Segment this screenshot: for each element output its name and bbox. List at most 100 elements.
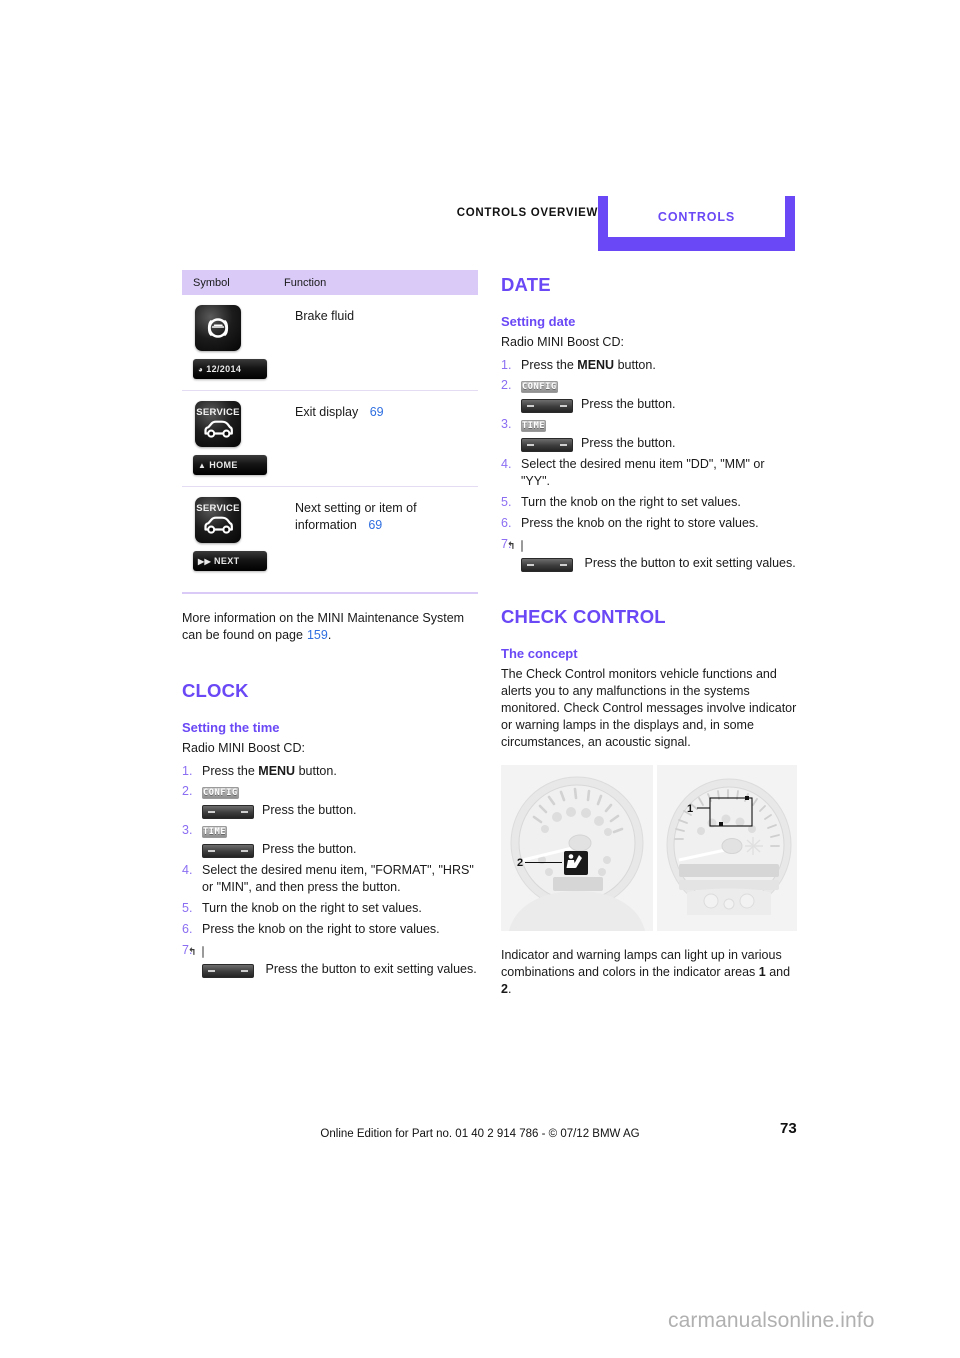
radio-button-graphic	[202, 942, 478, 959]
radio-button-press-line: Press the button.	[202, 802, 478, 819]
function-text: Exit display	[295, 405, 359, 419]
header-section-tab-inner: CONTROLS	[608, 196, 785, 237]
home-button-text: HOME	[209, 460, 238, 470]
header-section-tab-label: CONTROLS	[657, 209, 736, 224]
radio-soft-key[interactable]	[202, 963, 254, 978]
step-text-post: button.	[295, 764, 337, 778]
brake-fluid-icon-block: ◕ 12/2014	[193, 305, 295, 379]
radio-soft-key[interactable]	[521, 557, 573, 572]
double-right-icon: ▶▶	[198, 556, 212, 566]
subsection-title-setting-the-time: Setting the time	[182, 720, 280, 735]
section-title-clock: CLOCK	[182, 680, 249, 701]
step-text-pre: Press the	[202, 764, 259, 778]
date-steps: 1. Press the MENU button. 2. CONFIG Pres…	[501, 357, 797, 572]
radio-button-graphic: CONFIG	[521, 377, 797, 394]
radio-button-graphic: TIME	[521, 416, 797, 433]
radio-button-graphic	[521, 536, 797, 553]
step-text: Select the desired menu item "DD", "MM" …	[521, 457, 765, 488]
radio-button-graphic: TIME	[202, 822, 478, 839]
clock-intro: Radio MINI Boost CD:	[182, 741, 305, 755]
page-reference[interactable]: 69	[370, 405, 384, 419]
step-instruction: Press the button.	[581, 436, 676, 450]
tachometer-pane: 1	[657, 765, 797, 932]
step-number: 2.	[501, 378, 512, 392]
step-text: CONFIG Press the button.	[202, 783, 478, 819]
next-button-bar: ▶▶ NEXT	[193, 551, 267, 571]
list-item: 1. Press the MENU button.	[501, 357, 797, 374]
table-bottom-rule	[182, 592, 478, 594]
step-number: 4.	[501, 457, 512, 471]
list-item: 7. Press the button to exit setting valu…	[501, 536, 797, 572]
radio-button-press-line: Press the button.	[521, 396, 797, 413]
service-date-text: 12/2014	[206, 364, 242, 374]
step-text: Press the knob on the right to store val…	[202, 922, 440, 936]
next-button-text: NEXT	[214, 556, 240, 566]
list-item: 5. Turn the knob on the right to set val…	[501, 494, 797, 511]
step-text: Select the desired menu item, "FORMAT", …	[202, 863, 474, 894]
step-text: Turn the knob on the right to set values…	[521, 495, 741, 509]
page-reference[interactable]: 69	[368, 518, 382, 532]
step-text: Press the MENU button.	[202, 763, 478, 780]
table-row: ◕ 12/2014 Brake fluid	[182, 295, 478, 391]
step-number: 6.	[182, 922, 193, 936]
step-number: 1.	[182, 764, 193, 778]
header-chapter-label: CONTROLS OVERVIEW	[456, 207, 598, 219]
caption-post: .	[507, 982, 512, 997]
list-item: 2. CONFIG Press the button.	[501, 377, 797, 413]
list-item: 1. Press the MENU button.	[182, 763, 478, 780]
function-cell: Exit display 69	[295, 401, 478, 475]
maintenance-note: More information on the MINI Maintenance…	[182, 610, 478, 644]
table-header-row: Symbol Function	[182, 270, 478, 295]
step-number: 6.	[501, 516, 512, 530]
left-column: Symbol Function ◕ 12/2014 Brake fluid SE…	[182, 270, 478, 979]
step-instruction: Press the button.	[262, 803, 357, 817]
step-instruction: Press the button to exit setting values.	[265, 962, 477, 977]
function-cell: Next setting or item of information 69	[295, 497, 478, 571]
caption-mid: and	[765, 965, 791, 980]
page-header: CONTROLS OVERVIEW CONTROLS	[0, 196, 960, 254]
callout-2: 2	[517, 857, 523, 869]
radio-button-screen-label: TIME	[202, 826, 228, 838]
list-item: 3. TIME Press the button.	[182, 822, 478, 858]
radio-soft-key[interactable]	[202, 843, 254, 858]
radio-button-screen-label: CONFIG	[202, 787, 239, 799]
step-instruction: Press the button.	[262, 842, 357, 856]
right-column: DATE Setting date Radio MINI Boost CD: 1…	[501, 270, 797, 998]
date-intro: Radio MINI Boost CD:	[501, 335, 624, 349]
radio-soft-key[interactable]	[202, 804, 254, 819]
list-item: 4. Select the desired menu item "DD", "M…	[501, 456, 797, 490]
step-text: Press the button to exit setting values.	[182, 942, 478, 978]
step-text: Turn the knob on the right to set values…	[202, 901, 422, 915]
step-number: 5.	[182, 901, 193, 915]
step-text: Press the button to exit setting values.	[501, 536, 797, 572]
step-number: 3.	[501, 417, 512, 431]
radio-soft-key[interactable]	[521, 437, 573, 452]
service-car-icon: SERVICE	[195, 401, 241, 447]
list-item: 7. Press the button to exit setting valu…	[182, 942, 478, 978]
step-number: 5.	[501, 495, 512, 509]
step-number: 1.	[501, 358, 512, 372]
page-reference[interactable]: 159	[307, 628, 328, 642]
radio-button-press-line: Press the button to exit setting values.	[521, 555, 797, 572]
step-instruction: Press the button to exit setting values.	[584, 556, 796, 571]
radio-button-screen-label: TIME	[521, 420, 547, 432]
service-home-icon-block: SERVICE ▲ HOME	[193, 401, 295, 475]
up-triangle-icon: ▲	[198, 460, 207, 470]
caption-area-1: 1	[758, 965, 766, 980]
caption-pre: Indicator and warning lamps can light up…	[501, 948, 782, 980]
caption-area-2: 2	[501, 982, 508, 997]
symbol-function-table: Symbol Function ◕ 12/2014 Brake fluid SE…	[182, 270, 478, 582]
radio-soft-key[interactable]	[521, 398, 573, 413]
step-text-pre: Press the	[521, 358, 578, 372]
step-number: 3.	[182, 823, 193, 837]
section-title-date: DATE	[501, 274, 551, 295]
function-text: Next setting or item of information	[295, 501, 417, 533]
subsection-title-the-concept: The concept	[501, 646, 578, 662]
speedometer-pane: 2	[501, 765, 653, 932]
home-button-bar: ▲ HOME	[193, 455, 267, 475]
brake-fluid-icon	[195, 305, 241, 351]
list-item: 6. Press the knob on the right to store …	[182, 921, 478, 938]
list-item: 4. Select the desired menu item, "FORMAT…	[182, 862, 478, 896]
step-text: Press the knob on the right to store val…	[521, 516, 759, 530]
radio-button-press-line: Press the button to exit setting values.	[202, 961, 478, 978]
